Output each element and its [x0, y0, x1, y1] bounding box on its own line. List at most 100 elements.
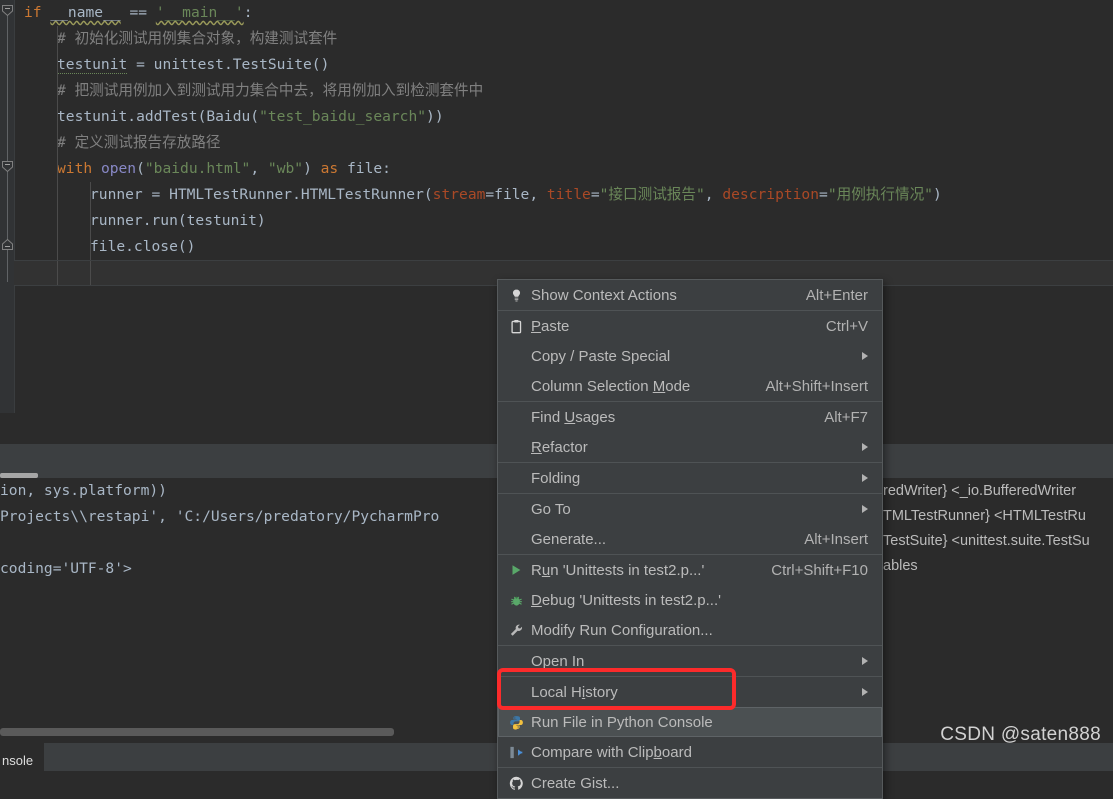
- python-icon: [501, 715, 531, 730]
- indent-guide: [57, 130, 58, 156]
- code-token: runner.run(testunit): [90, 212, 266, 229]
- submenu-arrow-icon: [862, 474, 868, 482]
- code-token: __name__: [50, 4, 121, 21]
- code-token: ,: [250, 160, 268, 177]
- code-token: # 把测试用例加入到测试用力集合中去，将用例加入到检测套件中: [57, 82, 484, 99]
- indent-guide: [90, 261, 91, 285]
- line-comment-2: # 把测试用例加入到测试用力集合中去，将用例加入到检测套件中: [14, 78, 1113, 104]
- menu-item-create-gist[interactable]: Create Gist...: [498, 768, 882, 798]
- variables-panel-text: redWriter} <_io.BufferedWriter TMLTestRun…: [883, 479, 1090, 579]
- menu-item-shortcut: Alt+Insert: [804, 530, 868, 548]
- line-runner-run: runner.run(testunit): [14, 208, 1113, 234]
- fold-marker-if[interactable]: [1, 4, 14, 17]
- code-token: as: [320, 160, 347, 177]
- menu-item-debug-unittests[interactable]: Debug 'Unittests in test2.p...': [498, 585, 882, 615]
- line-with-open: with open("baidu.html", "wb") as file:: [14, 156, 1113, 182]
- variables-panel-line: TestSuite} <unittest.suite.TestSu: [883, 533, 1090, 549]
- menu-item-copy-paste-special[interactable]: Copy / Paste Special: [498, 341, 882, 371]
- menu-item-shortcut: Ctrl+Shift+F10: [771, 561, 868, 579]
- menu-item-label: Paste: [531, 317, 570, 335]
- indent-guide: [57, 156, 58, 182]
- console-tab-label: nsole: [2, 753, 34, 768]
- indent-guide: [57, 104, 58, 130]
- line-file-close: file.close(): [14, 234, 1113, 260]
- code-token: ): [932, 186, 942, 203]
- menu-item-run-unittests[interactable]: Run 'Unittests in test2.p...' Ctrl+Shift+…: [498, 555, 882, 585]
- code-token: testunit.addTest(Baidu(: [57, 108, 260, 125]
- compare-icon: [501, 745, 531, 760]
- editor-context-menu[interactable]: Show Context Actions Alt+Enter Paste Ctrl+V…: [497, 279, 883, 799]
- code-token: with: [57, 160, 101, 177]
- menu-item-folding[interactable]: Folding: [498, 463, 882, 493]
- variables-panel-line: TMLTestRunner} <HTMLTestRu: [883, 508, 1086, 524]
- menu-item-go-to[interactable]: Go To: [498, 494, 882, 524]
- menu-item-shortcut: Alt+Enter: [805, 286, 868, 304]
- menu-item-local-history[interactable]: Local History: [498, 677, 882, 707]
- menu-item-run-file-in-python-console[interactable]: Run File in Python Console: [498, 707, 882, 737]
- debug-bug-icon: [501, 593, 531, 608]
- menu-item-shortcut: Ctrl+V: [825, 317, 868, 335]
- menu-item-paste[interactable]: Paste Ctrl+V: [498, 311, 882, 341]
- code-token: "test_baidu_search": [259, 108, 427, 125]
- variables-panel-line: redWriter} <_io.BufferedWriter: [883, 483, 1077, 499]
- code-token: open: [100, 160, 137, 177]
- editor-gutter[interactable]: [0, 0, 15, 413]
- line-comment-3: # 定义测试报告存放路径: [14, 130, 1113, 156]
- code-token: ==: [120, 4, 156, 21]
- menu-item-label: Column Selection Mode: [531, 377, 691, 395]
- indent-guide: [57, 182, 58, 208]
- variables-panel[interactable]: redWriter} <_io.BufferedWriter TMLTestRun…: [880, 413, 1113, 758]
- code-token: =: [590, 186, 600, 203]
- menu-item-refactor[interactable]: Refactor: [498, 432, 882, 462]
- menu-item-label: Folding: [531, 469, 581, 487]
- menu-item-label: Copy / Paste Special: [531, 347, 671, 365]
- submenu-arrow-icon: [862, 657, 868, 665]
- code-token: =file,: [485, 186, 547, 203]
- indent-guide: [90, 208, 91, 234]
- menu-item-label: Generate...: [531, 530, 607, 548]
- code-token: # 定义测试报告存放路径: [57, 134, 221, 151]
- indent-guide: [57, 208, 58, 234]
- menu-item-generate[interactable]: Generate... Alt+Insert: [498, 524, 882, 554]
- menu-item-label: Show Context Actions: [531, 286, 677, 304]
- variables-panel-line: ables: [883, 558, 918, 574]
- menu-item-open-in[interactable]: Open In: [498, 646, 882, 676]
- submenu-arrow-icon: [862, 688, 868, 696]
- indent-guide: [57, 261, 58, 285]
- line-runner-assign: runner = HTMLTestRunner.HTMLTestRunner(s…: [14, 182, 1113, 208]
- code-token: runner = HTMLTestRunner.HTMLTestRunner(: [90, 186, 433, 203]
- menu-item-label: Refactor: [531, 438, 588, 456]
- indent-guide: [57, 52, 58, 78]
- indent-guide: [57, 234, 58, 260]
- code-token: title: [546, 186, 591, 203]
- indent-guide: [90, 182, 91, 208]
- code-token: stream: [432, 186, 486, 203]
- lightbulb-icon: [501, 288, 531, 303]
- menu-item-modify-run-configuration[interactable]: Modify Run Configuration...: [498, 615, 882, 645]
- indent-guide: [57, 26, 58, 52]
- run-triangle-icon: [501, 563, 531, 577]
- menu-item-label: Local History: [531, 683, 618, 701]
- code-token: testunit: [57, 56, 128, 74]
- line-if-main: if __name__ == '__main__':: [14, 0, 1113, 26]
- code-token: if: [24, 4, 51, 21]
- menu-item-label: Run File in Python Console: [531, 713, 713, 731]
- menu-item-label: Open In: [531, 652, 585, 670]
- clipboard-icon: [501, 319, 531, 334]
- menu-item-label: Find Usages: [531, 408, 616, 426]
- console-scrollbar-bottom[interactable]: [0, 728, 394, 736]
- code-token: # 初始化测试用例集合对象，构建测试套件: [57, 30, 338, 47]
- menu-item-column-selection-mode[interactable]: Column Selection Mode Alt+Shift+Insert: [498, 371, 882, 401]
- wrench-icon: [501, 623, 531, 638]
- indent-guide: [57, 78, 58, 104]
- indent-guide: [90, 234, 91, 260]
- code-token: "baidu.html": [144, 160, 251, 177]
- menu-item-label: Run 'Unittests in test2.p...': [531, 561, 705, 579]
- menu-item-show-context-actions[interactable]: Show Context Actions Alt+Enter: [498, 280, 882, 310]
- menu-item-shortcut: Alt+F7: [824, 408, 868, 426]
- menu-item-find-usages[interactable]: Find Usages Alt+F7: [498, 402, 882, 432]
- fold-marker-end[interactable]: [1, 238, 14, 251]
- menu-item-compare-with-clipboard[interactable]: Compare with Clipboard: [498, 737, 882, 767]
- fold-marker-with[interactable]: [1, 160, 14, 173]
- code-token: ,: [704, 186, 723, 203]
